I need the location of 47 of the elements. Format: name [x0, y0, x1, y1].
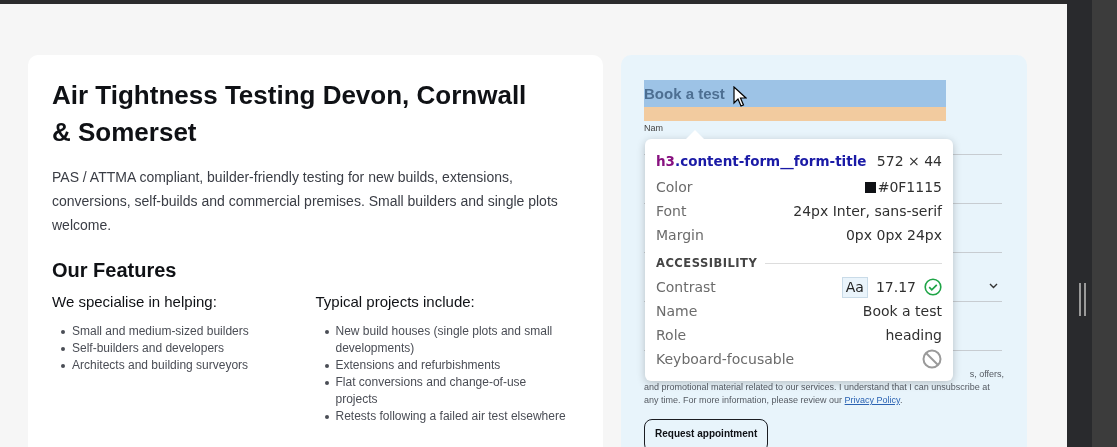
property-label: Font: [656, 203, 687, 219]
privacy-policy-link[interactable]: Privacy Policy: [844, 395, 900, 405]
consent-text: s, offers,: [968, 368, 1004, 381]
property-label: Margin: [656, 227, 704, 243]
contrast-sample: Aa: [841, 276, 868, 298]
request-appointment-button[interactable]: Request appointment: [644, 419, 769, 447]
bullet-icon: [324, 330, 329, 334]
section-heading: Our Features: [52, 258, 178, 283]
section-title: ACCESSIBILITY: [656, 256, 758, 270]
consent-text: and promotional material related to our services. I understand that I can unsubscribe at: [644, 381, 991, 394]
chevron-icon: [989, 283, 998, 289]
resize-handle-icon[interactable]: [1079, 283, 1086, 316]
property-label: Contrast: [656, 279, 716, 295]
property-value: 24px Inter, sans-serif: [793, 203, 942, 219]
property-value: heading: [885, 327, 942, 343]
list-item: Flat conversions and change-of-use projects: [335, 374, 528, 408]
list-item: Small and medium-sized builders: [72, 323, 250, 340]
bullet-icon: [324, 381, 329, 385]
list-item: New build houses (single plots and small developments): [335, 323, 554, 357]
element-selector: h3.content-form__form-title: [656, 153, 867, 169]
mouse-pointer-icon: [733, 86, 747, 107]
list-item: Retests following a failed air test elsewhere: [335, 408, 567, 425]
property-label: Color: [656, 179, 693, 195]
list-item: Self-builders and developers: [72, 340, 226, 357]
intro-paragraph: PAS / ATTMA compliant, builder-friendly testing for new builds, extensions, conversions, self-builds and commercial premises. Small builders and single plots welcome.: [52, 168, 559, 235]
consent-text: any time. For more information, please review our Privacy Policy.: [644, 394, 904, 407]
page-title: Air Tightness Testing Devon, Cornwall & Somerset: [52, 79, 528, 149]
column-heading: Typical projects include:: [315, 292, 476, 312]
property-label: Name: [656, 303, 698, 319]
property-value: Book a test: [862, 303, 942, 319]
color-swatch-icon: [864, 181, 876, 193]
column-heading: We specialise in helping:: [52, 292, 218, 312]
contrast-ratio: 17.17: [875, 279, 916, 295]
property-value: #0F1115: [877, 179, 942, 195]
field-label: Nam: [644, 123, 664, 133]
list-item: Extensions and refurbishments: [335, 357, 502, 374]
bullet-icon: [61, 364, 65, 368]
property-value: 0px 0px 24px: [845, 227, 942, 243]
bullet-icon: [324, 364, 329, 368]
form-title: Book a test: [644, 85, 725, 102]
bullet-icon: [324, 415, 329, 419]
bullet-icon: [61, 330, 65, 334]
element-size: 572 × 44: [876, 153, 942, 169]
property-label: Role: [656, 327, 687, 343]
list-item: Architects and building surveyors: [72, 357, 250, 374]
bullet-icon: [61, 347, 65, 351]
property-label: Keyboard-focusable: [656, 351, 795, 367]
